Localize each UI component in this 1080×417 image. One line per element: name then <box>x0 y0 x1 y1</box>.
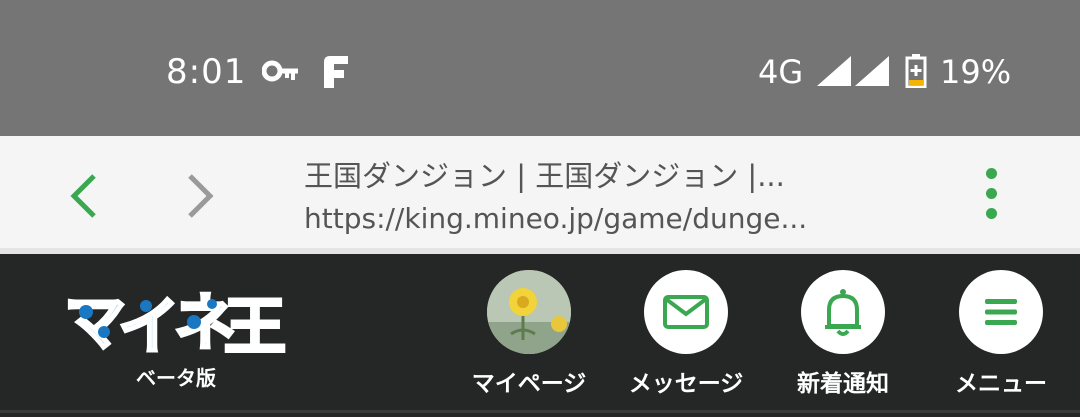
svg-text:イ: イ <box>118 290 180 358</box>
menu-button[interactable] <box>959 270 1043 354</box>
message-label[interactable]: メッセージ <box>611 364 761 398</box>
vpn-key-icon <box>262 60 298 82</box>
signal-icon <box>817 56 851 86</box>
status-bar: 8:01 4G 19% <box>0 0 1080 136</box>
menu-label[interactable]: メニュー <box>926 364 1076 398</box>
mail-icon <box>663 295 709 329</box>
mypage-button[interactable] <box>487 270 571 354</box>
signal-icon <box>855 56 889 86</box>
page-title[interactable]: 王国ダンジョン | 王国ダンジョン |... <box>304 156 824 196</box>
hamburger-icon <box>985 299 1017 325</box>
battery-icon <box>905 54 927 88</box>
network-type: 4G <box>758 53 804 91</box>
status-time: 8:01 <box>166 52 247 92</box>
svg-text:王: 王 <box>224 290 286 358</box>
beta-label: ベータ版 <box>136 366 216 390</box>
avatar-icon <box>487 270 571 354</box>
notification-label[interactable]: 新着通知 <box>768 364 918 398</box>
header-divider <box>0 410 1080 413</box>
message-button[interactable] <box>644 270 728 354</box>
app-f-icon <box>324 56 348 88</box>
battery-percent: 19% <box>940 53 1012 91</box>
mineo-logo[interactable]: マ イ ネ 王 <box>64 282 288 359</box>
notification-button[interactable] <box>801 270 885 354</box>
svg-text:マ: マ <box>64 286 126 358</box>
mypage-label[interactable]: マイページ <box>454 364 604 398</box>
forward-arrow-icon[interactable] <box>184 172 218 220</box>
back-arrow-icon[interactable] <box>66 172 100 220</box>
page-url[interactable]: https://king.mineo.jp/game/dunge... <box>304 199 824 239</box>
bell-icon <box>825 289 861 336</box>
more-options-icon[interactable] <box>981 168 1001 222</box>
